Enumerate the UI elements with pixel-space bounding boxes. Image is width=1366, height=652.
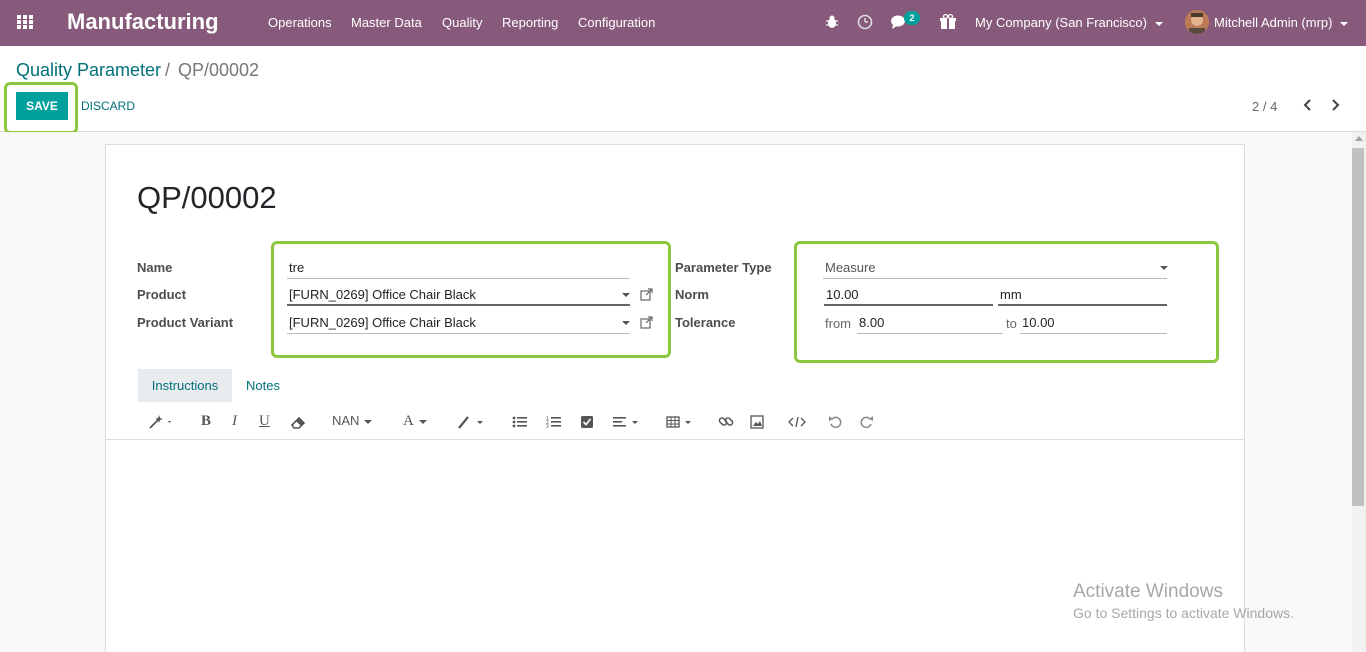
norm-label: Norm bbox=[675, 287, 709, 302]
chevron-right-icon[interactable] bbox=[1328, 98, 1342, 112]
numbered-list-icon[interactable]: 1 2 3 bbox=[546, 413, 562, 431]
checklist-icon[interactable] bbox=[580, 413, 594, 431]
activate-windows-subtitle: Go to Settings to activate Windows. bbox=[1073, 605, 1294, 621]
activate-windows-title: Activate Windows bbox=[1073, 581, 1223, 602]
user-name: Mitchell Admin (mrp) bbox=[1214, 15, 1333, 30]
magic-wand-icon[interactable] bbox=[148, 413, 176, 431]
chevron-down-icon[interactable] bbox=[1160, 266, 1168, 270]
product-variant-label: Product Variant bbox=[137, 315, 234, 330]
tolerance-to-field[interactable]: 10.00 bbox=[1020, 312, 1167, 334]
chevron-down-icon bbox=[1340, 21, 1349, 26]
chevron-down-icon bbox=[1154, 21, 1163, 26]
name-label: Name bbox=[137, 260, 173, 275]
breadcrumb-current: QP/00002 bbox=[178, 60, 260, 80]
align-icon[interactable] bbox=[612, 413, 642, 431]
chevron-down-icon bbox=[418, 419, 427, 424]
paint-brush-icon[interactable] bbox=[456, 413, 486, 431]
user-menu[interactable]: Mitchell Admin (mrp) bbox=[1214, 15, 1349, 30]
eraser-icon[interactable] bbox=[290, 413, 306, 431]
chevron-left-icon[interactable] bbox=[1301, 98, 1315, 112]
norm-unit-field[interactable]: mm bbox=[998, 284, 1167, 306]
avatar[interactable] bbox=[1185, 10, 1209, 34]
bold-icon[interactable]: B bbox=[201, 413, 211, 431]
breadcrumb-separator: / bbox=[165, 60, 171, 80]
menu-quality[interactable]: Quality bbox=[442, 15, 482, 30]
form-sheet bbox=[105, 144, 1245, 652]
app-brand[interactable]: Manufacturing bbox=[67, 9, 219, 35]
tolerance-to-label: to bbox=[1006, 316, 1017, 331]
font-size-value: NAN bbox=[332, 413, 360, 428]
pager-value: 2 / 4 bbox=[1252, 99, 1278, 114]
menu-configuration[interactable]: Configuration bbox=[578, 15, 655, 30]
apps-grid-icon[interactable] bbox=[17, 15, 34, 30]
chevron-down-icon bbox=[364, 419, 373, 424]
image-icon[interactable] bbox=[750, 413, 764, 431]
scroll-up-arrow-icon[interactable] bbox=[1355, 136, 1363, 141]
messages-badge: 2 bbox=[904, 11, 920, 25]
table-icon[interactable] bbox=[666, 413, 696, 431]
svg-text:3: 3 bbox=[546, 424, 549, 430]
norm-field[interactable]: 10.00 bbox=[824, 284, 993, 306]
record-title: QP/00002 bbox=[137, 180, 277, 215]
save-button[interactable]: SAVE bbox=[16, 92, 68, 120]
external-link-icon[interactable] bbox=[640, 316, 653, 329]
breadcrumb-parent[interactable]: Quality Parameter bbox=[16, 60, 161, 81]
menu-operations[interactable]: Operations bbox=[268, 15, 332, 30]
menu-reporting[interactable]: Reporting bbox=[502, 15, 558, 30]
chevron-down-icon[interactable] bbox=[622, 321, 630, 325]
italic-icon[interactable]: I bbox=[232, 413, 237, 431]
company-name: My Company (San Francisco) bbox=[975, 15, 1147, 30]
editor-toolbar-divider bbox=[106, 439, 1244, 440]
gift-icon[interactable] bbox=[939, 13, 957, 31]
menu-master-data[interactable]: Master Data bbox=[351, 15, 422, 30]
activity-clock-icon[interactable] bbox=[856, 13, 874, 31]
parameter-type-label: Parameter Type bbox=[675, 260, 772, 275]
name-field[interactable]: tre bbox=[287, 257, 630, 279]
scrollbar-thumb[interactable] bbox=[1352, 148, 1364, 506]
discard-button[interactable]: DISCARD bbox=[81, 99, 135, 113]
tolerance-from-field[interactable]: 8.00 bbox=[857, 312, 1003, 334]
font-color-icon[interactable]: A bbox=[403, 413, 427, 431]
top-navbar: Manufacturing Operations Master Data Qua… bbox=[0, 0, 1366, 46]
tab-notes[interactable]: Notes bbox=[246, 378, 280, 393]
company-switcher[interactable]: My Company (San Francisco) bbox=[975, 15, 1163, 30]
tolerance-label: Tolerance bbox=[675, 315, 736, 330]
font-size-dropdown[interactable]: NAN bbox=[332, 413, 373, 431]
underline-icon[interactable]: U bbox=[259, 413, 270, 431]
tab-instructions[interactable]: Instructions bbox=[138, 369, 232, 402]
undo-icon[interactable] bbox=[828, 413, 842, 431]
product-label: Product bbox=[137, 287, 187, 302]
chevron-down-icon[interactable] bbox=[622, 293, 630, 297]
product-field[interactable]: [FURN_0269] Office Chair Black bbox=[287, 284, 630, 306]
redo-icon[interactable] bbox=[860, 413, 874, 431]
parameter-type-select[interactable]: Measure bbox=[823, 257, 1167, 279]
product-variant-field[interactable]: [FURN_0269] Office Chair Black bbox=[287, 312, 630, 334]
code-view-icon[interactable] bbox=[788, 413, 806, 431]
tolerance-from-label: from bbox=[825, 316, 851, 331]
control-panel: Quality Parameter / QP/00002 SAVE DISCAR… bbox=[0, 46, 1366, 134]
bullet-list-icon[interactable] bbox=[512, 413, 528, 431]
debug-bug-icon[interactable] bbox=[823, 13, 841, 31]
external-link-icon[interactable] bbox=[640, 288, 653, 301]
link-icon[interactable] bbox=[718, 413, 734, 431]
